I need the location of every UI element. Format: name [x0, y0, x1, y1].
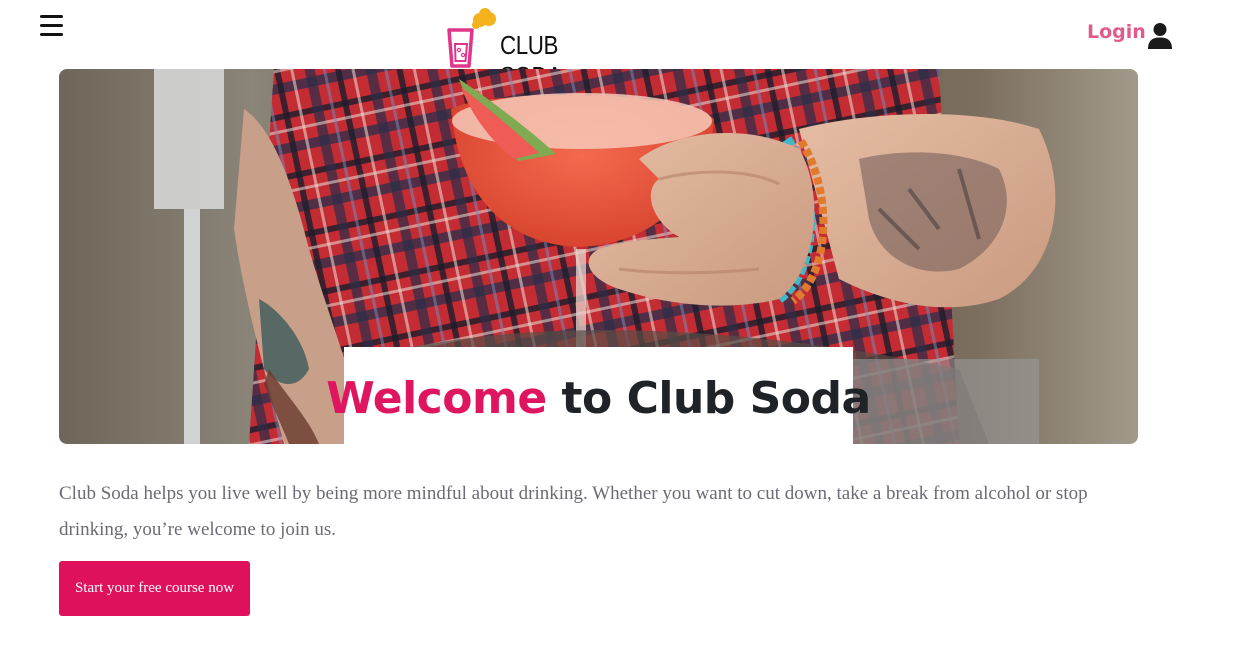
intro-paragraph: Club Soda helps you live well by being m… — [59, 483, 1088, 540]
club-soda-logo[interactable]: CLUB SODA — [444, 8, 644, 91]
page-title: Welcome to Club Soda — [326, 373, 872, 424]
welcome-banner: Welcome to Club Soda — [326, 347, 871, 444]
welcome-accent-text: Welcome — [326, 373, 547, 424]
soda-glass-icon — [447, 8, 496, 68]
hamburger-menu-icon[interactable] — [40, 15, 63, 36]
user-icon — [1147, 23, 1172, 49]
menu-bar — [40, 15, 63, 18]
login-label: Login — [1087, 21, 1146, 43]
start-course-button[interactable]: Start your free course now — [59, 561, 250, 616]
login-link[interactable]: Login — [1087, 20, 1173, 50]
menu-bar — [40, 24, 63, 27]
welcome-rest-text: to Club Soda — [546, 373, 872, 424]
menu-bar — [40, 33, 63, 36]
